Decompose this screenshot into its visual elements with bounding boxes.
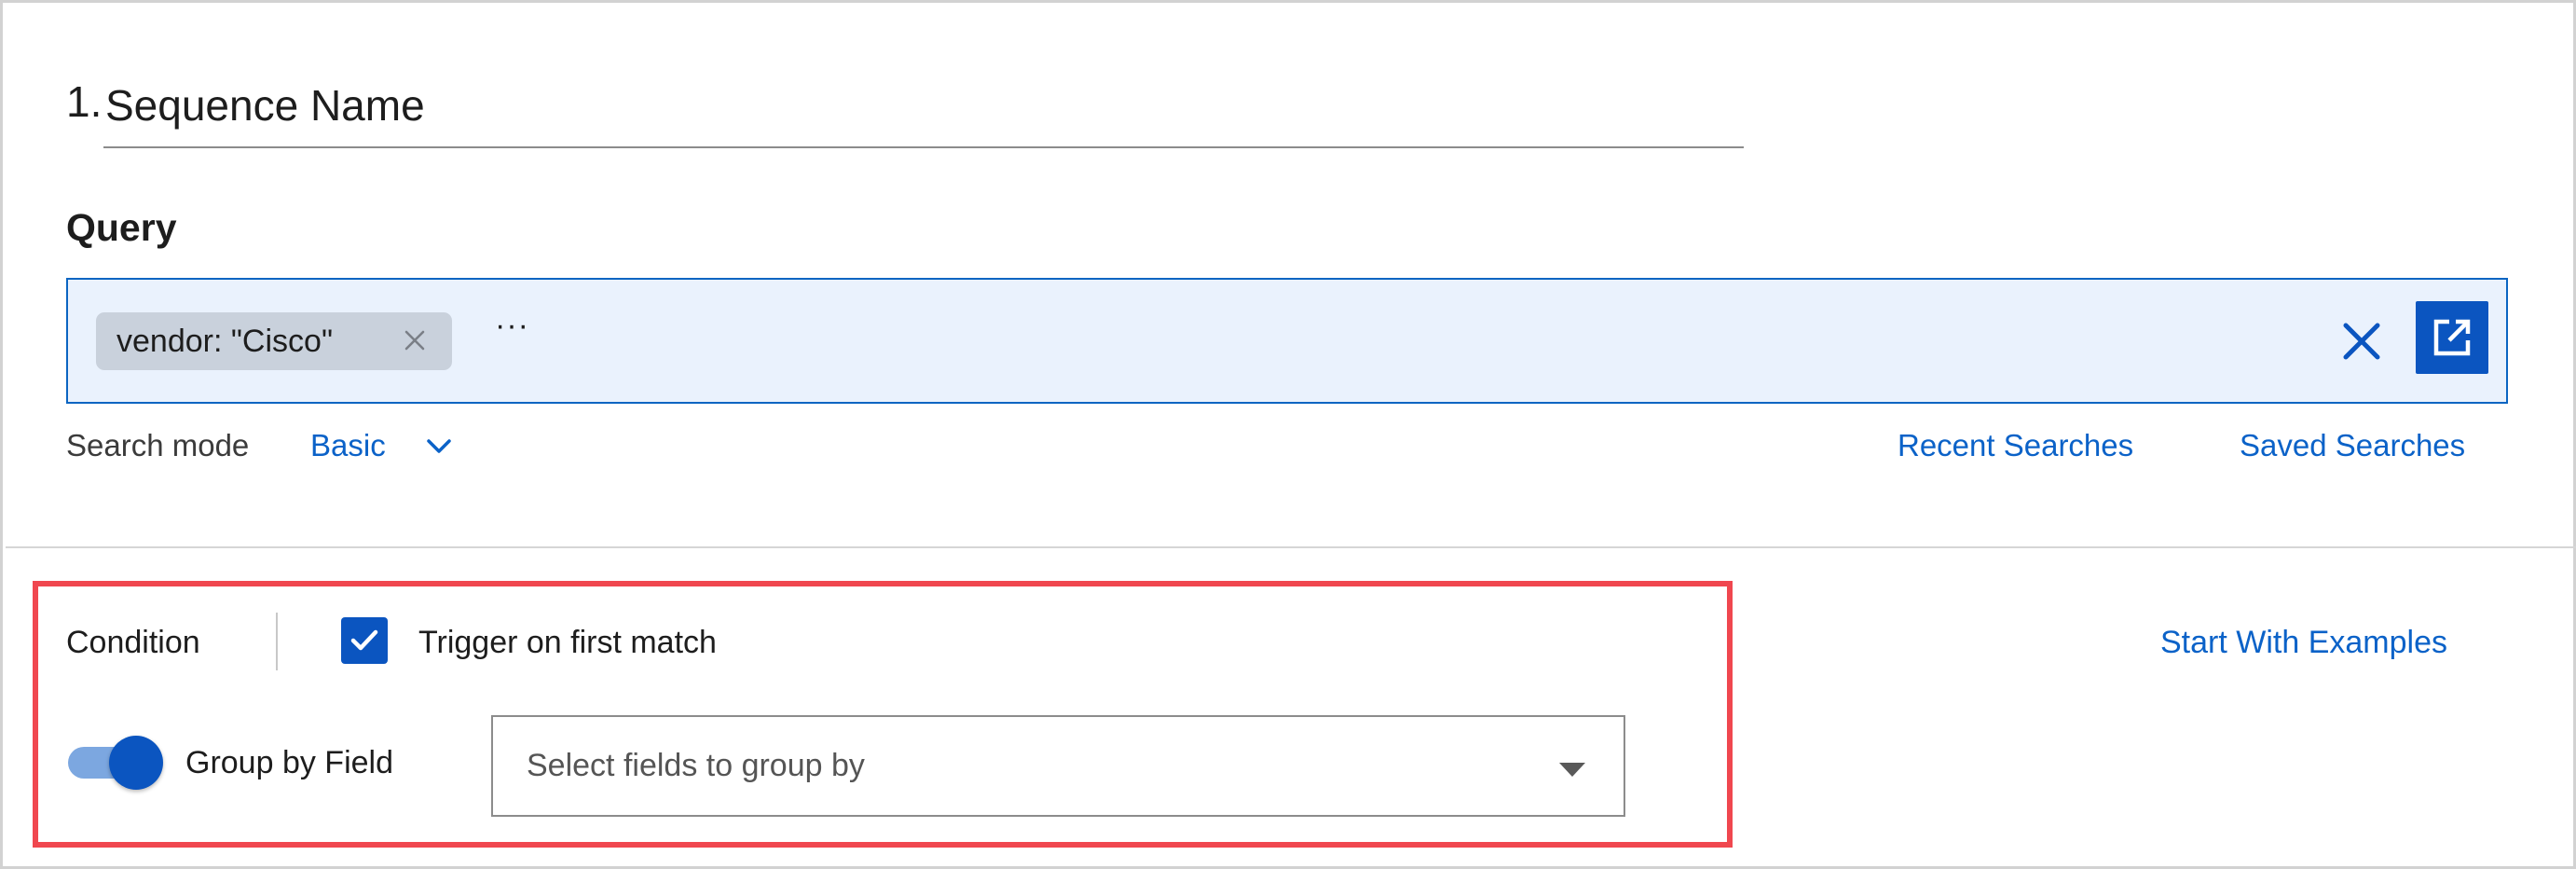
query-label: Query bbox=[66, 206, 177, 249]
query-chip-label: vendor: "Cisco" bbox=[116, 323, 334, 359]
recent-searches-link[interactable]: Recent Searches bbox=[1898, 423, 2133, 468]
sequence-name-input[interactable] bbox=[103, 68, 1744, 148]
toggle-knob bbox=[109, 736, 163, 790]
trigger-first-match-checkbox[interactable] bbox=[341, 617, 388, 664]
start-with-examples-link[interactable]: Start With Examples bbox=[2160, 620, 2447, 665]
search-mode-select[interactable]: Basic bbox=[310, 423, 386, 468]
open-external-icon bbox=[2433, 319, 2471, 356]
close-icon[interactable] bbox=[2338, 318, 2385, 365]
query-input-box[interactable]: vendor: "Cisco" ··· bbox=[66, 278, 2508, 404]
section-divider bbox=[6, 546, 2576, 548]
checkmark-icon bbox=[350, 629, 378, 651]
saved-searches-link[interactable]: Saved Searches bbox=[2240, 423, 2465, 468]
group-by-fields-select[interactable]: Select fields to group by bbox=[491, 715, 1625, 817]
condition-label: Condition bbox=[66, 625, 200, 660]
chevron-down-icon[interactable] bbox=[422, 430, 456, 463]
open-query-editor-button[interactable] bbox=[2416, 301, 2488, 374]
group-by-field-toggle[interactable] bbox=[68, 736, 163, 790]
vertical-separator bbox=[276, 613, 278, 670]
trigger-first-match-label: Trigger on first match bbox=[418, 625, 717, 660]
group-by-placeholder: Select fields to group by bbox=[527, 748, 865, 783]
sequence-number: 1. bbox=[66, 77, 103, 126]
group-by-field-label: Group by Field bbox=[185, 745, 393, 780]
query-chip[interactable]: vendor: "Cisco" bbox=[96, 312, 452, 370]
more-ellipsis[interactable]: ··· bbox=[495, 308, 529, 344]
sequence-panel: 1. Query vendor: "Cisco" ··· Search mode… bbox=[0, 0, 2576, 869]
search-mode-label: Search mode bbox=[66, 428, 250, 462]
caret-down-icon bbox=[1559, 763, 1585, 777]
close-icon[interactable] bbox=[400, 325, 430, 355]
